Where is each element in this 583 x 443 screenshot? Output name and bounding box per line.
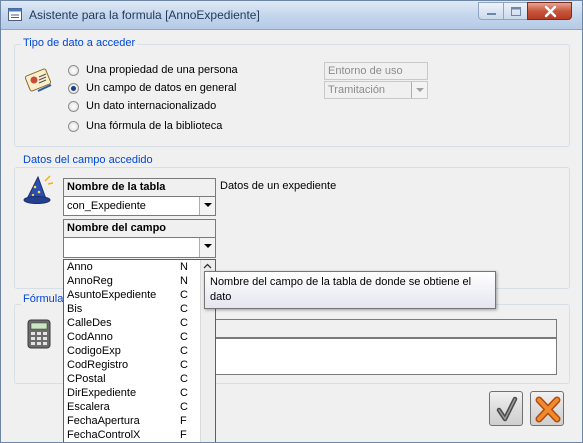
field-name: Anno: [67, 261, 93, 273]
chevron-down-icon[interactable]: [199, 197, 215, 215]
campo-header: Nombre del campo: [63, 219, 216, 237]
minimize-icon: [487, 13, 496, 15]
list-item[interactable]: Escalera C: [64, 401, 202, 415]
field-name: CPostal: [67, 373, 106, 385]
cancel-x-icon: [535, 396, 561, 423]
tabla-combo[interactable]: con_Expediente: [63, 196, 216, 216]
checkmark-icon: [496, 396, 518, 422]
field-type: C: [180, 359, 188, 371]
field-name: AsuntoExpediente: [67, 289, 157, 301]
formula-header-strip: [201, 319, 557, 338]
radio-button[interactable]: [68, 83, 79, 94]
title-bar: Asistente para la formula [AnnoExpedient…: [1, 1, 582, 30]
tooltip-line-1: Nombre del campo de la tabla de donde se…: [210, 276, 472, 288]
tramitacion-value: Tramitación: [328, 84, 386, 96]
field-type: C: [180, 289, 188, 301]
field-type: F: [180, 429, 187, 441]
calculator-icon: [27, 319, 51, 349]
maximize-button[interactable]: [503, 2, 528, 20]
field-type: C: [180, 317, 188, 329]
list-item[interactable]: CodAnno C: [64, 331, 202, 345]
tabla-header: Nombre de la tabla: [63, 178, 216, 196]
field-name: CodigoExp: [67, 345, 121, 357]
datos-campo-label: Datos del campo accedido: [21, 154, 155, 166]
form-app-icon: [8, 8, 22, 21]
tipo-dato-label: Tipo de dato a acceder: [21, 37, 138, 49]
list-item[interactable]: FechaApertura F: [64, 415, 202, 429]
wizard-window: Asistente para la formula [AnnoExpedient…: [0, 0, 583, 443]
tooltip-line-2: dato: [210, 291, 232, 303]
field-type: C: [180, 373, 188, 385]
campo-dropdown-list: Anno N AnnoReg N AsuntoExpediente C Bis C Ca…: [63, 259, 216, 442]
field-name: AnnoReg: [67, 275, 113, 287]
field-name: Bis: [67, 303, 83, 315]
window-title: Asistente para la formula [AnnoExpedient…: [29, 8, 260, 22]
close-icon: [544, 5, 557, 18]
field-type: C: [180, 387, 188, 399]
field-tooltip: Nombre del campo de la tabla de donde se…: [204, 271, 496, 309]
chevron-down-icon[interactable]: [199, 238, 215, 257]
radio-label: Una fórmula de la biblioteca: [86, 120, 223, 132]
radio-button[interactable]: [68, 101, 79, 112]
list-item[interactable]: AnnoReg N: [64, 275, 202, 289]
field-name: FechaApertura: [67, 415, 140, 427]
formula-label: Fórmula: [21, 293, 66, 305]
field-name: CodRegistro: [67, 359, 129, 371]
field-type: N: [180, 275, 188, 287]
field-type: F: [180, 415, 187, 427]
radio-button[interactable]: [68, 65, 79, 76]
tramitacion-combo: Tramitación: [324, 81, 428, 99]
list-item[interactable]: CodigoExp C: [64, 345, 202, 359]
campo-combo[interactable]: [63, 237, 216, 258]
list-item[interactable]: AsuntoExpediente C: [64, 289, 202, 303]
campo-header-label: Nombre del campo: [67, 222, 167, 234]
field-name: FechaControlX: [67, 429, 141, 441]
radio-label: Una propiedad de una persona: [86, 64, 238, 76]
radio-label: Un dato internacionalizado: [86, 100, 217, 112]
accept-button[interactable]: [489, 391, 523, 426]
maximize-icon: [511, 7, 521, 16]
list-item[interactable]: FechaControlX F: [64, 429, 202, 442]
radio-label: Un campo de datos en general: [86, 82, 237, 94]
cancel-button[interactable]: [530, 391, 564, 426]
list-item[interactable]: CPostal C: [64, 373, 202, 387]
tabla-header-label: Nombre de la tabla: [67, 181, 166, 193]
radio-button[interactable]: [68, 121, 79, 132]
minimize-button[interactable]: [478, 2, 504, 20]
list-item[interactable]: Anno N: [64, 261, 202, 275]
entorno-uso-field: Entorno de uso: [324, 62, 428, 80]
list-item[interactable]: CodRegistro C: [64, 359, 202, 373]
tabla-value: con_Expediente: [67, 200, 146, 212]
field-type: C: [180, 345, 188, 357]
wizard-hat-icon: [23, 175, 54, 204]
close-button[interactable]: [527, 2, 572, 20]
formula-editor[interactable]: [201, 338, 557, 375]
list-item[interactable]: CalleDes C: [64, 317, 202, 331]
chevron-down-icon: [411, 82, 427, 98]
field-name: Escalera: [67, 401, 110, 413]
field-name: DirExpediente: [67, 387, 137, 399]
field-type: C: [180, 331, 188, 343]
list-item[interactable]: DirExpediente C: [64, 387, 202, 401]
field-name: CalleDes: [67, 317, 112, 329]
field-type: N: [180, 261, 188, 273]
field-type: C: [180, 303, 188, 315]
person-card-icon: [24, 68, 52, 92]
field-name: CodAnno: [67, 331, 113, 343]
tabla-description: Datos de un expediente: [220, 180, 337, 192]
entorno-uso-value: Entorno de uso: [328, 65, 403, 77]
list-item[interactable]: Bis C: [64, 303, 202, 317]
field-type: C: [180, 401, 188, 413]
